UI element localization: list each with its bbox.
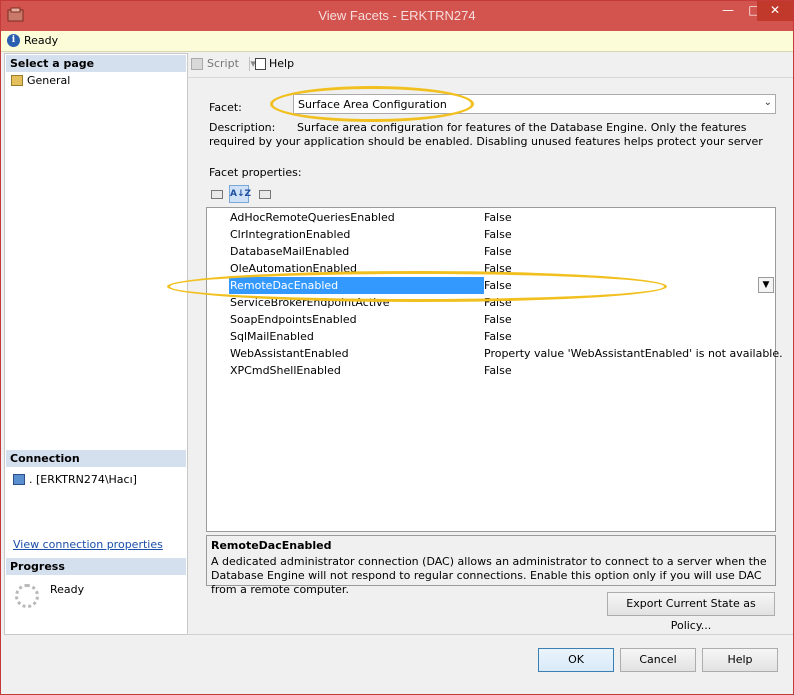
progress-spinner-icon	[15, 584, 39, 608]
property-name: XPCmdShellEnabled	[230, 364, 341, 377]
value-dropdown-chevron-icon[interactable]: ▼	[758, 277, 774, 293]
toolbar-help-button[interactable]: Help	[255, 57, 294, 70]
property-value: False	[484, 296, 512, 309]
page-icon	[11, 75, 23, 86]
property-name: DatabaseMailEnabled	[230, 245, 350, 258]
window-title: View Facets - ERKTRN274	[318, 8, 476, 23]
chevron-down-icon[interactable]: ⌄	[764, 97, 772, 108]
property-value: False	[484, 228, 512, 241]
close-button[interactable]: ✕	[757, 1, 793, 21]
property-name: SoapEndpointsEnabled	[230, 313, 357, 326]
help-button[interactable]: Help	[702, 648, 778, 672]
facet-label: Facet:	[209, 101, 242, 114]
property-value: False	[484, 245, 512, 258]
property-help-title: RemoteDacEnabled	[211, 539, 332, 552]
property-value: Property value 'WebAssistantEnabled' is …	[484, 347, 783, 360]
facet-value: Surface Area Configuration	[298, 98, 447, 111]
toolbar-help-label: Help	[269, 57, 295, 70]
status-text: Ready	[24, 34, 59, 47]
property-value: False	[484, 364, 512, 377]
status-bar: i Ready	[1, 31, 793, 52]
progress-header: Progress	[6, 558, 186, 575]
select-page-header: Select a page	[6, 55, 186, 72]
property-value: False	[484, 313, 512, 326]
toolbar-separator	[249, 57, 250, 71]
property-row[interactable]: OleAutomationEnabled False	[207, 260, 775, 277]
server-connection-icon	[13, 474, 25, 485]
description-label: Description:	[209, 121, 276, 134]
page-item-label: General	[27, 74, 71, 87]
property-pages-icon	[259, 190, 271, 199]
title-bar: View Facets - ERKTRN274 — □ ✕	[1, 1, 793, 31]
property-help-panel: RemoteDacEnabled A dedicated administrat…	[206, 535, 776, 596]
property-pages-button[interactable]	[255, 185, 275, 203]
property-row[interactable]: SoapEndpointsEnabled False	[207, 311, 775, 328]
export-policy-button[interactable]: Export Current State as Policy...	[607, 592, 775, 632]
progress-status: Ready	[50, 583, 85, 596]
property-name: RemoteDacEnabled	[229, 277, 484, 294]
property-row-selected[interactable]: RemoteDacEnabled False ▼	[207, 277, 775, 294]
connection-header: Connection	[6, 450, 186, 467]
property-row[interactable]: SqlMailEnabled False	[207, 328, 775, 345]
property-row[interactable]: AdHocRemoteQueriesEnabled False	[207, 209, 775, 226]
connection-entry: . [ERKTRN274\Hacı]	[11, 472, 137, 488]
property-name: WebAssistantEnabled	[230, 347, 349, 360]
facet-property-grid: AdHocRemoteQueriesEnabled False ClrInteg…	[206, 207, 783, 532]
connection-value: . [ERKTRN274\Hacı]	[29, 473, 137, 486]
minimize-button[interactable]: —	[715, 1, 741, 21]
property-row[interactable]: ServiceBrokerEndpointActive False	[207, 294, 775, 311]
info-icon: i	[7, 34, 20, 47]
property-value: False	[484, 262, 512, 275]
left-pane: Select a page General Connection . [ERKT…	[4, 53, 188, 635]
toolbar-divider	[187, 77, 793, 78]
ok-button[interactable]: OK	[538, 648, 614, 672]
property-value: False	[484, 330, 512, 343]
property-help-description: A dedicated administrator connection (DA…	[211, 555, 767, 596]
script-button[interactable]: Script ▾	[191, 57, 256, 70]
view-connection-properties-link[interactable]: View connection properties	[13, 538, 163, 551]
property-value[interactable]: False	[484, 277, 764, 294]
script-icon	[191, 58, 203, 70]
page-item-general[interactable]: General	[9, 73, 70, 89]
property-name: SqlMailEnabled	[230, 330, 314, 343]
button-bar-divider	[187, 634, 793, 635]
cancel-button[interactable]: Cancel	[620, 648, 696, 672]
property-name: OleAutomationEnabled	[230, 262, 357, 275]
property-row[interactable]: WebAssistantEnabled Property value 'WebA…	[207, 345, 783, 362]
alphabetical-sort-button[interactable]: A↓Z	[229, 185, 251, 203]
view-facets-window: View Facets - ERKTRN274 — □ ✕ i Ready Se…	[0, 0, 794, 695]
script-label: Script	[207, 57, 239, 70]
property-row[interactable]: DatabaseMailEnabled False	[207, 243, 775, 260]
property-name: AdHocRemoteQueriesEnabled	[230, 211, 395, 224]
facet-properties-label: Facet properties:	[209, 166, 302, 179]
categorized-view-button[interactable]	[207, 185, 227, 203]
property-row[interactable]: XPCmdShellEnabled False	[207, 362, 775, 379]
facet-dropdown[interactable]: Surface Area Configuration ⌄	[293, 94, 776, 114]
property-value: False	[484, 211, 512, 224]
property-name: ServiceBrokerEndpointActive	[230, 296, 390, 309]
property-row[interactable]: ClrIntegrationEnabled False	[207, 226, 775, 243]
help-book-icon	[255, 58, 266, 70]
facet-description: Description: Surface area configuration f…	[209, 121, 774, 149]
toolbar: Script ▾ Help	[187, 53, 793, 75]
property-name: ClrIntegrationEnabled	[230, 228, 351, 241]
categorized-icon	[211, 190, 223, 199]
